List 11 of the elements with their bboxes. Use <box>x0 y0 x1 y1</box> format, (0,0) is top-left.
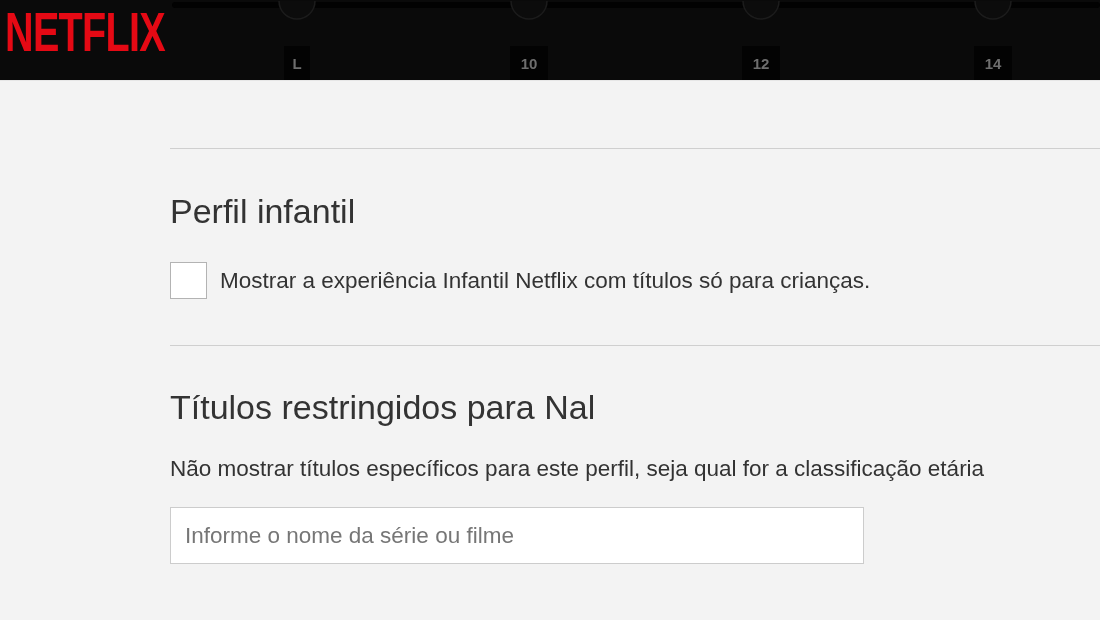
rating-label: L <box>284 46 310 80</box>
rating-label: 12 <box>742 46 780 80</box>
rating-label: 14 <box>974 46 1012 80</box>
checkbox-label: Mostrar a experiência Infantil Netflix com títulos só para crianças. <box>220 267 871 294</box>
section-description: Não mostrar títulos específicos para este perfil, seja qual for a classificação etária <box>170 455 986 482</box>
section-title: Títulos restringidos para Nal <box>170 387 597 427</box>
section-title: Perfil infantil <box>170 191 357 231</box>
checkbox[interactable] <box>170 262 207 299</box>
netflix-logo[interactable]: NETFLIX <box>5 5 165 60</box>
title-search-input[interactable]: Informe o nome da série ou filme <box>170 507 864 564</box>
rating-label: 10 <box>510 46 548 80</box>
